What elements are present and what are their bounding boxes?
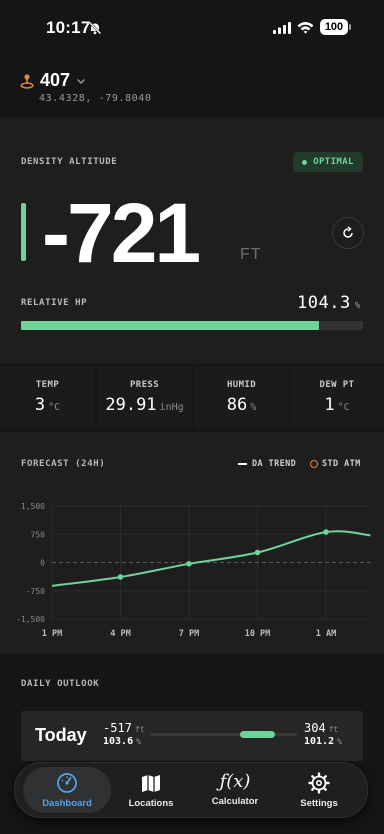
relative-hp-number: 104.3 — [297, 293, 351, 313]
condition-label: DEW PT — [319, 380, 355, 390]
refresh-icon — [343, 226, 353, 238]
tab-label: Dashboard — [42, 798, 92, 809]
relative-hp-value: 104.3% — [297, 293, 361, 313]
joystick-location-icon — [20, 73, 34, 89]
day-label: Today — [35, 725, 87, 745]
status-badge-text: OPTIMAL — [313, 157, 354, 167]
range-fill — [240, 731, 275, 738]
high-da: 304 ft — [304, 721, 338, 735]
x-tick-label: 1 PM — [42, 629, 62, 639]
battery-tip — [349, 24, 351, 30]
daily-outlook-title: DAILY OUTLOOK — [21, 679, 100, 689]
status-badge: OPTIMAL — [293, 152, 363, 172]
battery-level: 100 — [324, 21, 344, 33]
condition-unit: °C — [48, 402, 61, 413]
da-trend-point — [254, 549, 261, 556]
low-hp-unit: % — [136, 737, 141, 746]
function-icon: ƒ(x) — [219, 771, 251, 792]
status-bar: 10:17 100 — [0, 0, 384, 56]
x-tick-label: 7 PM — [179, 629, 199, 639]
condition-label: HUMID — [226, 380, 257, 390]
tab-bar: Dashboard Locations ƒ(x) Calculator Sett… — [14, 762, 368, 818]
refresh-button[interactable] — [332, 217, 364, 249]
da-trend-line — [51, 530, 371, 587]
x-tick-label: 1 AM — [316, 629, 336, 639]
legend-da-trend-label: DA TREND — [252, 459, 297, 469]
battery-icon: 100 — [320, 19, 348, 35]
legend-da-trend: DA TREND — [238, 459, 296, 469]
chevron-down-icon — [77, 78, 86, 84]
tab-label: Locations — [128, 798, 174, 809]
da-trend-point — [323, 529, 329, 535]
today-outlook-row[interactable]: Today -517 ft 103.6% 304 ft 101.2% — [21, 711, 363, 761]
tab-label: Calculator — [211, 796, 259, 807]
relative-hp-fill — [21, 321, 319, 330]
da-trend-point — [117, 574, 124, 580]
silent-bell-icon — [88, 21, 102, 35]
x-tick-label: 10 PM — [245, 629, 271, 639]
y-tick-label: -1,500 — [16, 615, 45, 624]
legend-std-atm: STD ATM — [310, 459, 361, 469]
high-da-value: 304 — [304, 721, 326, 735]
high-hp-unit: % — [337, 737, 342, 746]
tab-dashboard[interactable]: Dashboard — [23, 767, 111, 813]
condition-value: 1 — [324, 395, 335, 415]
condition-unit: % — [250, 402, 257, 413]
condition-label: PRESS — [129, 380, 160, 390]
signal-icon — [273, 22, 291, 34]
y-tick-label: 1,500 — [21, 502, 45, 511]
condition-value: 3 — [34, 395, 46, 415]
y-tick-label: -750 — [26, 587, 45, 596]
relative-hp-bar — [21, 321, 363, 330]
tab-calculator[interactable]: ƒ(x) Calculator — [191, 767, 279, 813]
condition-humidity: HUMID 86% — [194, 366, 289, 428]
relative-hp-label: RELATIVE HP — [21, 298, 88, 308]
legend-std-atm-label: STD ATM — [322, 459, 361, 469]
low-da: -517 ft — [103, 721, 145, 735]
gear-icon — [308, 772, 330, 794]
density-altitude-unit: FT — [240, 246, 262, 263]
location-selector[interactable]: 407 — [20, 70, 87, 91]
forecast-title: FORECAST (24H) — [21, 459, 106, 469]
low-hp-value: 103.6 — [103, 736, 134, 747]
tab-settings[interactable]: Settings — [275, 767, 363, 813]
condition-pressure: PRESS 29.91 inHg — [97, 366, 192, 428]
wifi-icon — [297, 22, 314, 34]
condition-temp: TEMP 3 °C — [0, 366, 95, 428]
low-hp: 103.6% — [103, 736, 141, 747]
gauge-icon — [57, 773, 77, 793]
location-name: 407 — [40, 70, 71, 90]
status-dot-icon — [302, 159, 308, 165]
status-time: 10:17 — [46, 18, 91, 37]
legend-circle-icon — [310, 460, 318, 468]
forecast-chart: 1,500 750 0 -750 -1,500 1 PM 4 PM 7 PM 10 PM 1 AM — [16, 502, 371, 639]
location-coordinates: 43.4328, -79.8040 — [39, 93, 152, 104]
condition-unit: inHg — [159, 402, 184, 413]
condition-value: 29.91 — [105, 395, 157, 415]
condition-value: 86 — [226, 395, 248, 415]
y-tick-label: 0 — [40, 559, 45, 568]
accent-bar — [21, 203, 26, 261]
tab-locations[interactable]: Locations — [107, 767, 195, 813]
low-da-value: -517 — [103, 721, 132, 735]
condition-dew-point: DEW PT 1 °C — [290, 366, 384, 428]
y-tick-label: 750 — [31, 530, 46, 539]
tab-label: Settings — [300, 798, 338, 809]
high-hp: 101.2% — [304, 736, 342, 747]
condition-unit: °C — [337, 402, 350, 413]
high-hp-value: 101.2 — [304, 736, 335, 747]
x-tick-label: 4 PM — [110, 629, 130, 639]
relative-hp-unit: % — [354, 301, 361, 311]
density-altitude-value: -721 — [42, 186, 201, 280]
legend-line-icon — [238, 463, 247, 465]
condition-label: TEMP — [35, 380, 60, 390]
low-da-unit: ft — [134, 725, 145, 734]
density-altitude-label: DENSITY ALTITUDE — [21, 157, 118, 167]
da-trend-point — [186, 561, 192, 567]
high-da-unit: ft — [328, 725, 339, 734]
map-icon — [142, 775, 160, 792]
